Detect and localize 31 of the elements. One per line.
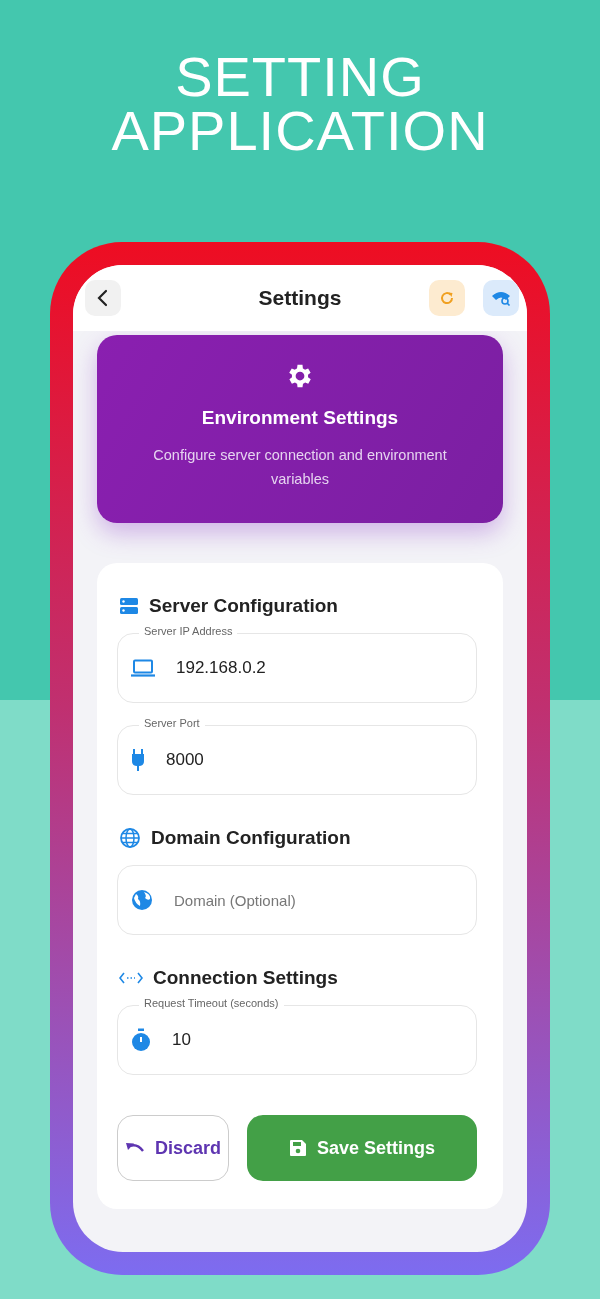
refresh-button[interactable] — [429, 280, 465, 316]
code-icon — [119, 971, 143, 985]
save-icon — [288, 1139, 307, 1157]
stopwatch-icon — [130, 1028, 152, 1052]
section-title: Domain Configuration — [151, 827, 351, 849]
refresh-icon — [439, 290, 455, 306]
field-label: Request Timeout (seconds) — [139, 997, 284, 1009]
globe-icon — [130, 888, 154, 912]
discard-button[interactable]: Discard — [117, 1115, 229, 1181]
field-value: 8000 — [166, 750, 204, 770]
back-button[interactable] — [85, 280, 121, 316]
wifi-search-icon — [491, 290, 511, 306]
banner-subtitle: Configure server connection and environment variables — [152, 446, 448, 489]
headline: SETTING — [174, 50, 426, 104]
network-button[interactable] — [483, 280, 519, 316]
section-title: Server Configuration — [149, 595, 338, 617]
headline: APPLICATION — [111, 104, 489, 158]
input-field[interactable]: Domain (Optional) — [117, 865, 477, 935]
banner-title: Environment Settings — [201, 407, 399, 429]
back-icon — [96, 289, 110, 307]
field-value: 10 — [172, 1030, 191, 1050]
plug-icon — [130, 748, 146, 772]
screen-title: Settings — [257, 286, 343, 310]
globe-icon — [119, 827, 141, 849]
field-label: Server IP Address — [139, 625, 238, 637]
field-value: 192.168.0.2 — [176, 658, 266, 678]
server-icon — [119, 596, 139, 616]
section-title: Connection Settings — [153, 967, 338, 989]
laptop-icon — [130, 659, 156, 677]
field-placeholder: Domain (Optional) — [174, 891, 296, 909]
field-label: Server Port — [139, 717, 205, 729]
